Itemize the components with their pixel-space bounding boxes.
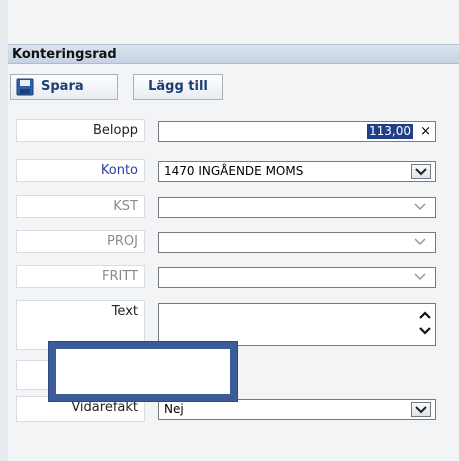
belopp-value: 113,00 — [367, 124, 413, 139]
chevron-down-icon[interactable] — [411, 402, 431, 417]
floppy-disk-icon — [16, 78, 34, 96]
fritt-select[interactable] — [158, 267, 436, 288]
add-button-label: Lägg till — [148, 79, 208, 94]
vidarefakt-select[interactable]: Nej — [158, 399, 436, 420]
chevron-up-icon[interactable] — [418, 310, 432, 321]
kst-select[interactable] — [158, 197, 436, 218]
proj-label: PROJ — [16, 230, 145, 253]
text-textarea[interactable] — [158, 303, 436, 346]
save-button[interactable]: Spara — [10, 74, 118, 100]
vidarefakt-value: Nej — [164, 402, 184, 416]
kst-label: KST — [16, 195, 145, 218]
clear-icon[interactable]: × — [420, 122, 431, 141]
chevron-down-icon[interactable] — [411, 270, 431, 285]
chevron-down-icon[interactable] — [411, 200, 431, 215]
belopp-input[interactable]: 113,00 × — [158, 121, 436, 142]
konto-value: 1470 INGÅENDE MOMS — [164, 164, 304, 178]
overlay-box — [49, 342, 237, 401]
konto-select[interactable]: 1470 INGÅENDE MOMS — [158, 161, 436, 182]
add-button[interactable]: Lägg till — [133, 74, 223, 100]
proj-select[interactable] — [158, 232, 436, 253]
chevron-down-icon[interactable] — [411, 164, 431, 179]
save-button-label: Spara — [41, 79, 84, 94]
belopp-label: Belopp — [16, 119, 145, 142]
fritt-label: FRITT — [16, 265, 145, 288]
konto-label: Konto — [16, 159, 145, 182]
chevron-down-icon[interactable] — [411, 235, 431, 250]
chevron-down-icon[interactable] — [418, 325, 432, 336]
panel-title: Konteringsrad — [8, 44, 459, 64]
kontering-panel: Konteringsrad Spara Lägg till Belopp 113… — [8, 0, 459, 461]
